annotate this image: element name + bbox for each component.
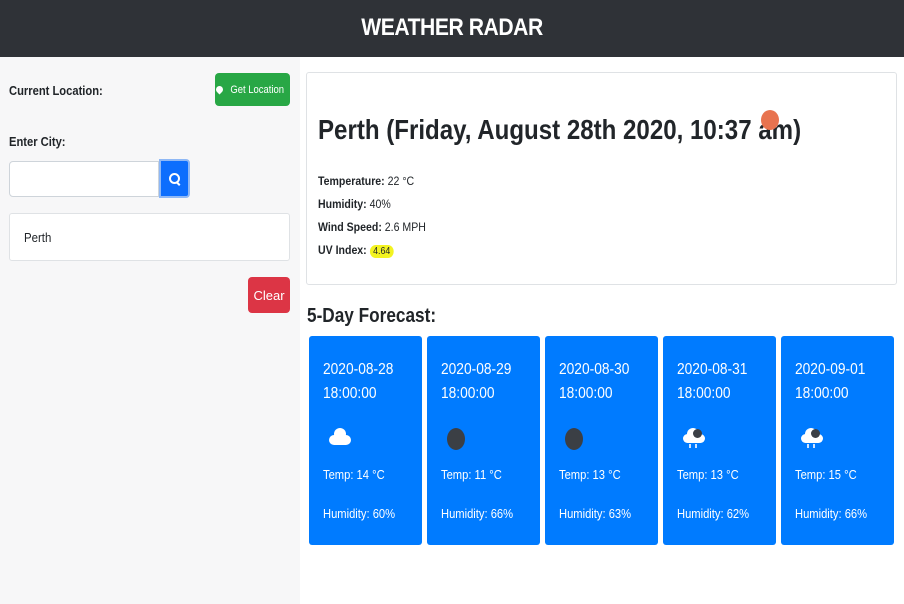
forecast-humidity: Humidity: 62% [677, 506, 750, 521]
forecast-temp: Temp: 11 °C [441, 467, 502, 482]
forecast-time: 18:00:00 [795, 385, 849, 402]
forecast-card: 2020-08-31 18:00:00 Temp: 13 °C Humidity… [663, 336, 776, 545]
clear-label: Clear [253, 287, 285, 303]
city-search-input[interactable] [9, 161, 159, 197]
forecast-card: 2020-08-29 18:00:00 Temp: 11 °C Humidity… [427, 336, 540, 545]
forecast-card: 2020-08-30 18:00:00 Temp: 13 °C Humidity… [545, 336, 658, 545]
current-location-label: Current Location: [9, 83, 103, 98]
get-location-button[interactable]: Get Location [214, 73, 290, 106]
history-item-label: Perth [24, 230, 52, 245]
cloud-icon [329, 428, 351, 450]
forecast-temp: Temp: 14 °C [323, 467, 385, 482]
app-title: WEATHER RADAR [361, 14, 543, 41]
forecast-time: 18:00:00 [323, 385, 377, 402]
sun-icon [761, 110, 779, 130]
forecast-day: 2020-08-30 [559, 361, 630, 378]
forecast-date: 2020-08-31 18:00:00 [677, 358, 747, 406]
get-location-label: Get Location [230, 83, 285, 96]
forecast-humidity: Humidity: 66% [795, 506, 868, 521]
sidebar: Current Location: Get Location Enter Cit… [0, 57, 300, 604]
rain-icon [801, 428, 823, 450]
current-city-title: Perth (Friday, August 28th 2020, 10:37 a… [318, 114, 802, 145]
moon-icon [565, 428, 587, 450]
forecast-humidity: Humidity: 63% [559, 506, 632, 521]
humidity-value: 40% [369, 197, 391, 211]
forecast-temp: Temp: 13 °C [677, 467, 739, 482]
search-icon [168, 172, 181, 185]
history-item-perth[interactable]: Perth [9, 213, 290, 261]
forecast-title: 5-Day Forecast: [307, 305, 437, 327]
app-header: WEATHER RADAR [0, 0, 904, 57]
forecast-day: 2020-08-28 [323, 361, 394, 378]
uv-index-row: UV Index: 4.64 [318, 243, 394, 258]
wind-speed-row: Wind Speed: 2.6 MPH [318, 220, 426, 234]
forecast-temp: Temp: 13 °C [559, 467, 621, 482]
wind-speed-value: 2.6 MPH [384, 220, 426, 234]
forecast-humidity: Humidity: 66% [441, 506, 514, 521]
forecast-time: 18:00:00 [677, 385, 731, 402]
temperature-value: 22 °C [387, 174, 415, 188]
current-weather-card: Perth (Friday, August 28th 2020, 10:37 a… [306, 72, 897, 285]
forecast-humidity: Humidity: 60% [323, 506, 396, 521]
forecast-card: 2020-08-28 18:00:00 Temp: 14 °C Humidity… [309, 336, 422, 545]
forecast-temp: Temp: 15 °C [795, 467, 857, 482]
forecast-date: 2020-08-30 18:00:00 [559, 358, 629, 406]
clear-button[interactable]: Clear [248, 277, 290, 313]
forecast-card: 2020-09-01 18:00:00 Temp: 15 °C Humidity… [781, 336, 894, 545]
forecast-day: 2020-09-01 [795, 361, 866, 378]
forecast-time: 18:00:00 [559, 385, 613, 402]
search-button[interactable] [159, 159, 190, 198]
uv-index-label: UV Index: [318, 243, 367, 257]
forecast-date: 2020-09-01 18:00:00 [795, 358, 865, 406]
forecast-day: 2020-08-29 [441, 361, 512, 378]
uv-index-badge: 4.64 [369, 245, 394, 258]
forecast-date: 2020-08-28 18:00:00 [323, 358, 393, 406]
forecast-date: 2020-08-29 18:00:00 [441, 358, 511, 406]
enter-city-label: Enter City: [9, 134, 66, 149]
forecast-day: 2020-08-31 [677, 361, 748, 378]
temperature-label: Temperature: [318, 174, 385, 188]
wind-speed-label: Wind Speed: [318, 220, 382, 234]
humidity-label: Humidity: [318, 197, 367, 211]
humidity-row: Humidity: 40% [318, 197, 391, 211]
moon-icon [447, 428, 469, 450]
temperature-row: Temperature: 22 °C [318, 174, 414, 188]
map-marker-icon [214, 84, 225, 95]
rain-icon [683, 428, 705, 450]
forecast-time: 18:00:00 [441, 385, 495, 402]
